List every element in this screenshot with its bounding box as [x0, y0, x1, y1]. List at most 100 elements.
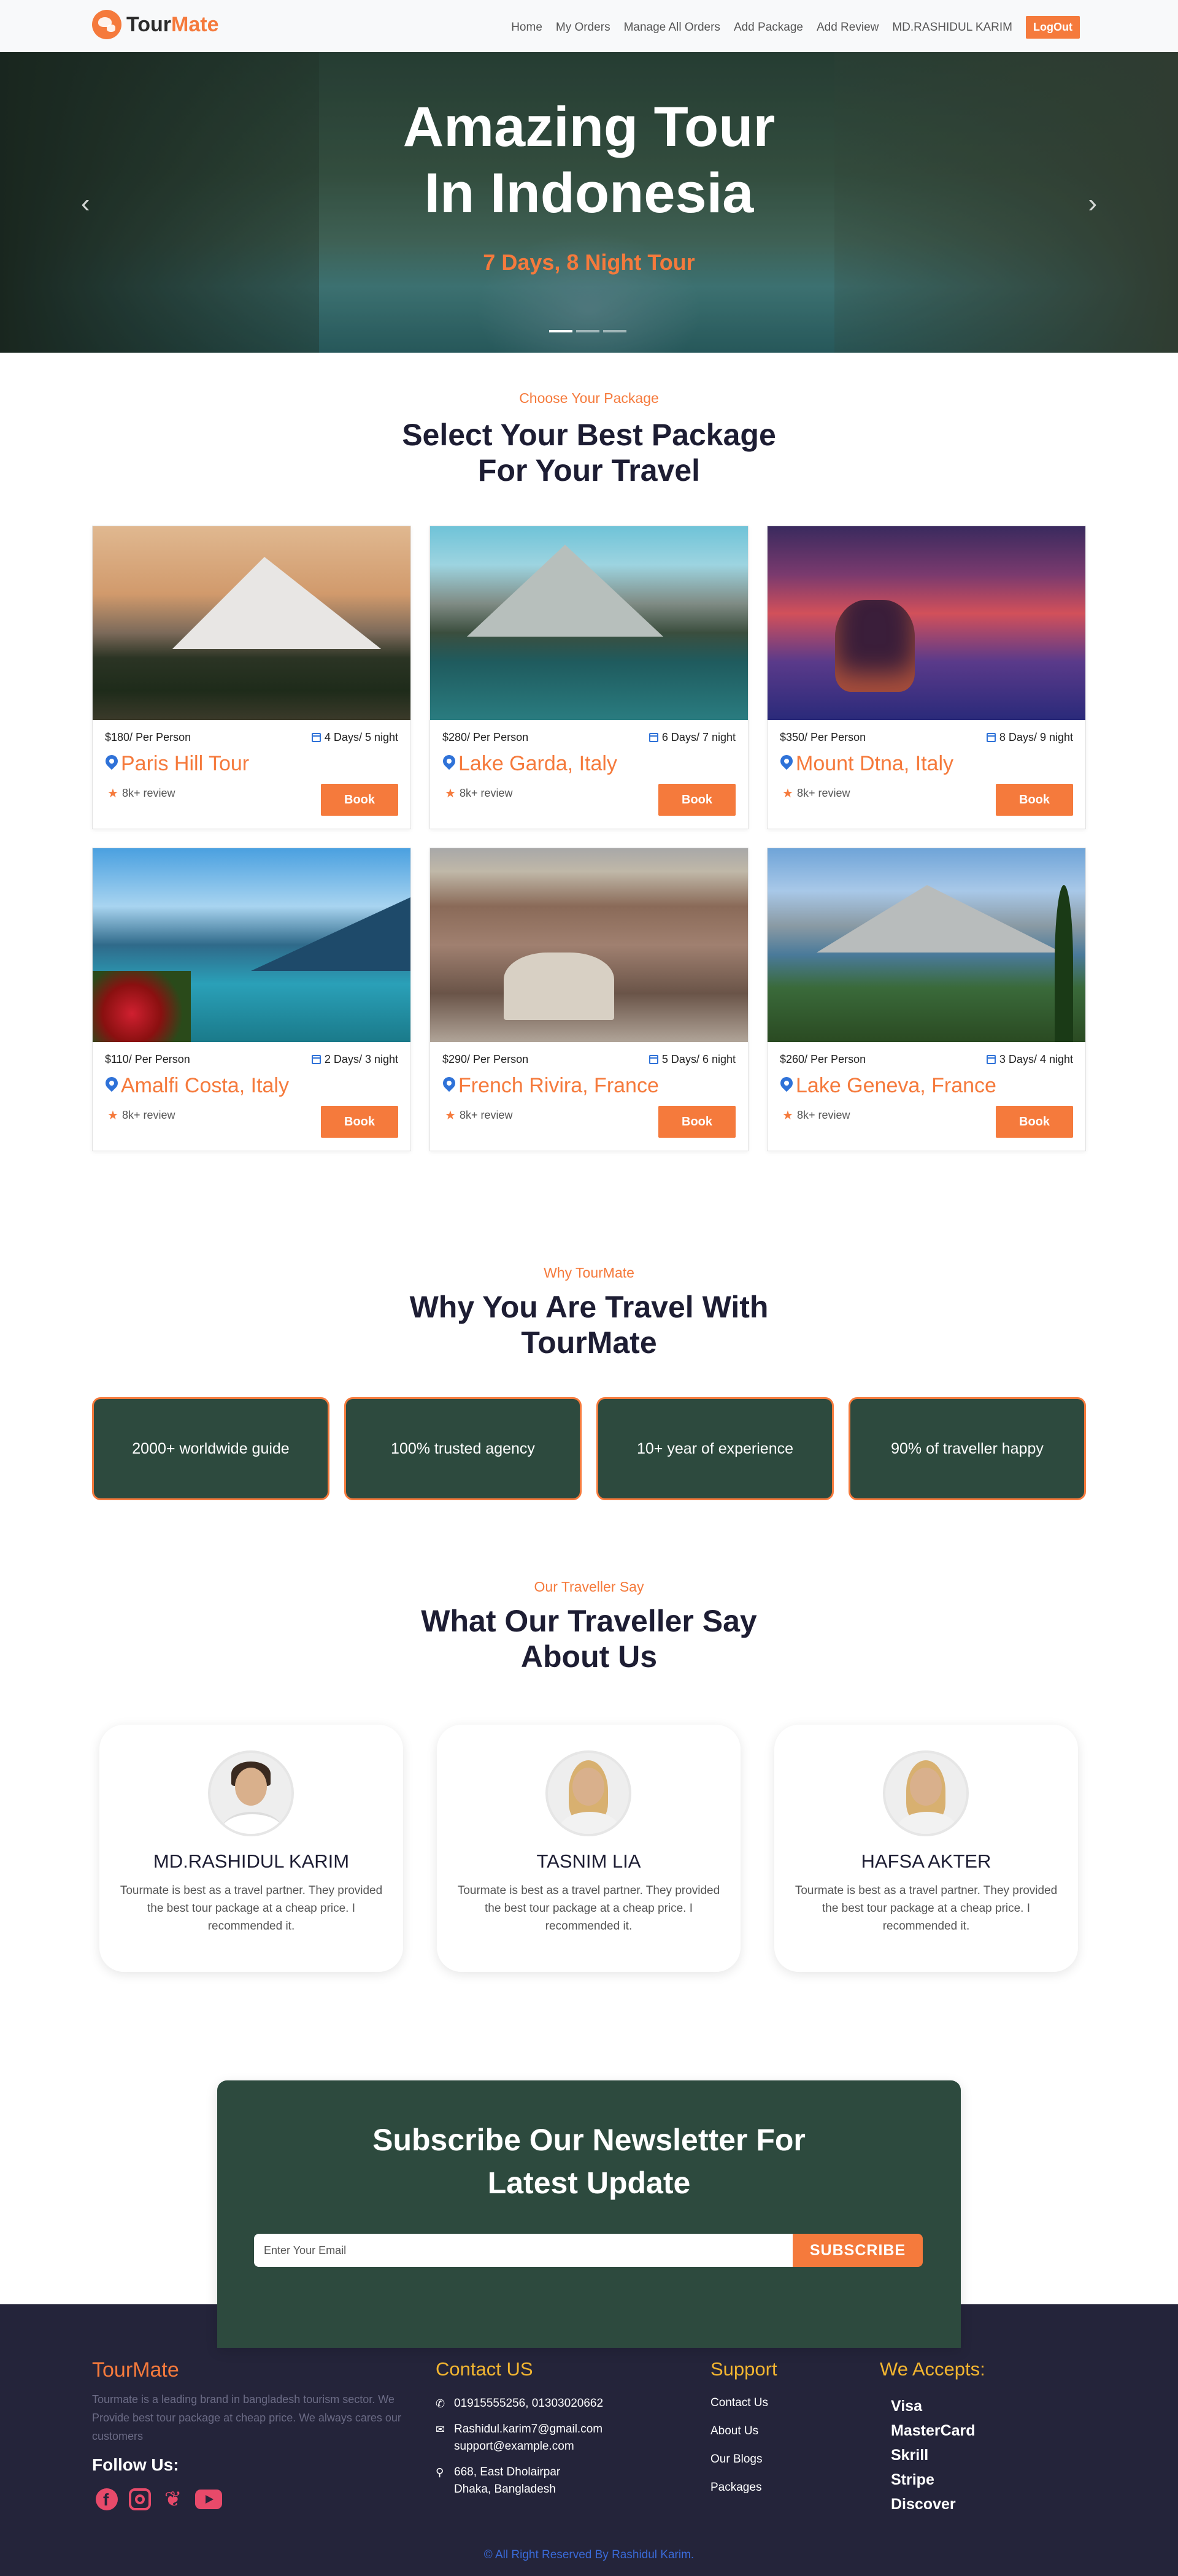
map-marker-icon: ⚲ — [436, 2466, 444, 2478]
youtube-icon[interactable] — [195, 2490, 222, 2509]
carousel-indicators — [549, 330, 626, 332]
support-links: Contact Us About Us Our Blogs Packages — [710, 2396, 768, 2509]
location-pin-icon — [442, 755, 456, 773]
package-card: $350/ Per Person 8 Days/ 9 night Mount D… — [767, 526, 1086, 829]
package-grid: $180/ Per Person 4 Days/ 5 night Paris H… — [92, 526, 1086, 1151]
package-price: $180/ Per Person — [105, 731, 191, 743]
email-line-2[interactable]: support@example.com — [454, 2440, 574, 2453]
location-pin-icon — [105, 755, 118, 773]
package-card: $290/ Per Person 5 Days/ 6 night French … — [429, 848, 749, 1151]
location-pin-icon — [780, 1077, 793, 1095]
why-card: 100% trusted agency — [344, 1397, 582, 1500]
book-button[interactable]: Book — [996, 1106, 1073, 1138]
testimonial-card: TASNIM LIA Tourmate is best as a travel … — [437, 1725, 741, 1972]
testimonials-title-line-1: What Our Traveller Say — [421, 1604, 757, 1638]
support-link-about[interactable]: About Us — [710, 2425, 768, 2438]
testimonial-text: Tourmate is best as a travel partner. Th… — [795, 1884, 1058, 1933]
package-card: $280/ Per Person 6 Days/ 7 night Lake Ga… — [429, 526, 749, 829]
package-price: $260/ Per Person — [780, 1053, 866, 1065]
package-duration-text: 4 Days/ 5 night — [324, 731, 398, 743]
package-price: $110/ Per Person — [105, 1053, 190, 1065]
package-review: ★ 8k+ review — [445, 1108, 512, 1123]
why-kicker: Why TourMate — [544, 1265, 634, 1281]
star-icon: ★ — [107, 1109, 118, 1122]
subscribe-button[interactable]: SUBSCRIBE — [793, 2234, 923, 2267]
why-title-line-1: Why You Are Travel With — [409, 1290, 769, 1324]
carousel-indicator-1[interactable] — [549, 330, 572, 332]
calendar-icon — [986, 733, 996, 742]
nav-link-add-package[interactable]: Add Package — [734, 21, 803, 34]
support-link-blogs[interactable]: Our Blogs — [710, 2453, 768, 2466]
carousel-indicator-3[interactable] — [603, 330, 626, 332]
package-title: Mount Dtna, Italy — [780, 752, 953, 776]
star-icon: ★ — [445, 1109, 456, 1122]
testimonial-name: MD.RASHIDUL KARIM — [153, 1850, 350, 1872]
address-text: 668, East Dholairpar Dhaka, Bangladesh — [454, 2464, 560, 2498]
why-title-line-2: TourMate — [521, 1325, 657, 1360]
chevron-left-icon[interactable]: ‹ — [81, 188, 90, 219]
package-duration-text: 2 Days/ 3 night — [324, 1053, 398, 1065]
chevron-right-icon[interactable]: › — [1088, 188, 1097, 219]
nav-links: Home My Orders Manage All Orders Add Pac… — [511, 16, 1080, 39]
package-review: ★ 8k+ review — [782, 786, 850, 801]
testimonials-kicker: Our Traveller Say — [534, 1579, 644, 1595]
book-button[interactable]: Book — [658, 1106, 736, 1138]
nav-link-home[interactable]: Home — [511, 21, 542, 34]
follow-us-label: Follow Us: — [92, 2455, 179, 2474]
package-review-text: 8k+ review — [459, 1109, 513, 1121]
why-card: 90% of traveller happy — [849, 1397, 1086, 1500]
package-image — [93, 848, 410, 1042]
contact-heading: Contact US — [436, 2358, 533, 2380]
testimonial-name: TASNIM LIA — [536, 1850, 641, 1872]
package-review-text: 8k+ review — [796, 787, 850, 799]
package-title: French Rivira, France — [442, 1074, 659, 1098]
carousel-indicator-2[interactable] — [576, 330, 599, 332]
payment-skrill: Skrill — [891, 2447, 929, 2464]
package-name: Paris Hill Tour — [121, 752, 250, 775]
payment-visa: Visa — [891, 2398, 922, 2415]
instagram-icon[interactable] — [129, 2488, 151, 2510]
package-duration-text: 5 Days/ 6 night — [661, 1053, 736, 1065]
package-title: Lake Garda, Italy — [442, 752, 617, 776]
book-button[interactable]: Book — [321, 784, 398, 816]
hero-title-line-1: Amazing Tour — [402, 96, 776, 158]
social-links — [96, 2488, 222, 2510]
package-card: $180/ Per Person 4 Days/ 5 night Paris H… — [92, 526, 411, 829]
brand[interactable]: TourMate — [92, 10, 218, 39]
testimonial-text: Tourmate is best as a travel partner. Th… — [120, 1884, 383, 1933]
nav-user-name[interactable]: MD.RASHIDUL KARIM — [892, 21, 1012, 34]
package-image — [430, 848, 748, 1042]
footer-brand: TourMate — [92, 2358, 179, 2382]
package-name: Lake Geneva, France — [796, 1074, 996, 1097]
calendar-icon — [986, 1055, 996, 1064]
book-button[interactable]: Book — [658, 784, 736, 816]
avatar — [545, 1750, 631, 1836]
packages-title-line-2: For Your Travel — [477, 453, 701, 488]
support-link-contact[interactable]: Contact Us — [710, 2396, 768, 2410]
location-pin-icon — [105, 1077, 118, 1095]
book-button[interactable]: Book — [996, 784, 1073, 816]
twitter-icon[interactable] — [162, 2488, 184, 2510]
nav-link-manage-all-orders[interactable]: Manage All Orders — [624, 21, 720, 34]
logout-button[interactable]: LogOut — [1026, 16, 1080, 39]
package-price: $350/ Per Person — [780, 731, 866, 743]
facebook-icon[interactable] — [96, 2488, 118, 2510]
star-icon: ★ — [782, 1109, 793, 1122]
nav-link-add-review[interactable]: Add Review — [817, 21, 879, 34]
nav-link-my-orders[interactable]: My Orders — [556, 21, 610, 34]
package-duration-text: 8 Days/ 9 night — [999, 731, 1073, 743]
avatar — [208, 1750, 294, 1836]
book-button[interactable]: Book — [321, 1106, 398, 1138]
support-link-packages[interactable]: Packages — [710, 2481, 768, 2494]
phone-icon: ✆ — [436, 2398, 445, 2410]
newsletter-email-input[interactable] — [254, 2234, 794, 2267]
avatar-body — [559, 1812, 620, 1834]
package-review-text: 8k+ review — [121, 1109, 175, 1121]
copyright: © All Right Reserved By Rashidul Karim. — [483, 2548, 695, 2561]
calendar-icon — [311, 1055, 321, 1064]
email-line-1[interactable]: Rashidul.karim7@gmail.com — [454, 2423, 602, 2436]
star-icon: ★ — [782, 787, 793, 800]
package-review: ★ 8k+ review — [782, 1108, 850, 1123]
testimonial-text: Tourmate is best as a travel partner. Th… — [457, 1884, 720, 1933]
address-line-1: 668, East Dholairpar — [454, 2466, 561, 2478]
